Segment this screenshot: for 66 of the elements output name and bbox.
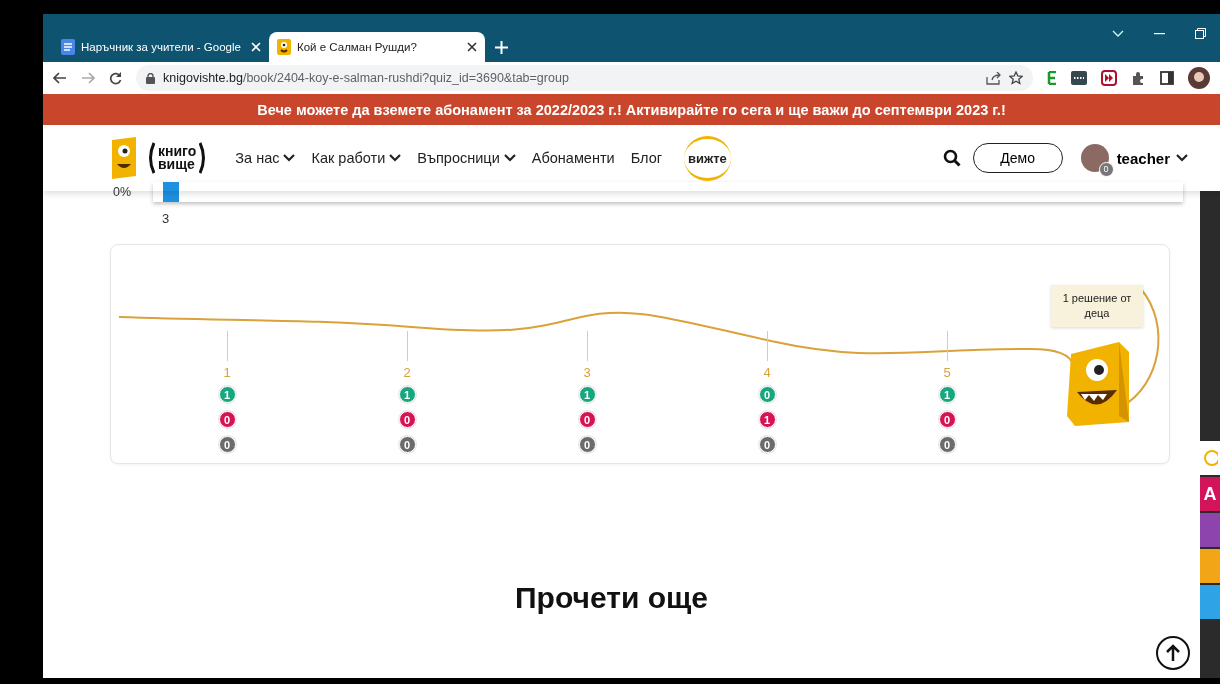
axis-category-label: 3	[162, 211, 171, 226]
restore-icon[interactable]	[1195, 28, 1206, 39]
scroll-to-top-button[interactable]	[1156, 636, 1190, 670]
axis-tick-label: 0%	[113, 185, 133, 199]
lock-icon	[146, 72, 155, 84]
correct-count: 1	[578, 386, 596, 403]
tab-search-chevron-icon[interactable]	[1112, 29, 1124, 38]
nav-link[interactable]: Въпросници	[417, 150, 516, 166]
question-number: 1	[223, 365, 231, 380]
user-avatar[interactable]	[1080, 144, 1109, 172]
wrong-count: 0	[578, 411, 596, 428]
wrong-count: 0	[938, 411, 956, 428]
address-bar[interactable]: knigovishte.bg/book/2404-koy-e-salman-rushdi?quiz_id=3690&tab=group	[136, 65, 1033, 91]
browser-tab[interactable]: Кой е Салман Рушди?	[269, 32, 485, 62]
demo-button[interactable]: Демо	[972, 143, 1063, 173]
unanswered-count: 0	[218, 436, 236, 453]
logo-icon	[1202, 450, 1218, 466]
extension-fast-forward-icon[interactable]	[1101, 70, 1117, 86]
question-number: 4	[763, 365, 771, 380]
star-icon[interactable]	[1009, 71, 1023, 85]
chevron-down-icon	[283, 154, 296, 162]
share-icon[interactable]	[986, 71, 1001, 85]
site-logo[interactable]: книго вище	[147, 142, 208, 174]
book-mascot-icon	[277, 39, 291, 55]
chevron-down-icon	[503, 154, 516, 162]
extension-dots-icon[interactable]	[1071, 71, 1087, 85]
chevron-down-icon	[1176, 154, 1188, 162]
correct-count: 1	[398, 386, 416, 403]
extension-e-icon[interactable]	[1047, 71, 1057, 85]
profile-avatar-icon[interactable]	[1188, 67, 1210, 89]
arrow-up-icon	[1165, 644, 1181, 662]
nav-link[interactable]: Как работи	[311, 150, 402, 166]
document-icon	[61, 39, 75, 55]
new-tab-icon[interactable]	[495, 41, 508, 54]
section-heading: Прочети още	[514, 581, 709, 615]
side-tab[interactable]: A	[1200, 477, 1220, 511]
puzzle-icon[interactable]	[1131, 70, 1146, 86]
unanswered-count: 0	[578, 436, 596, 453]
correct-count: 1	[218, 386, 236, 403]
nav-link[interactable]: Блог	[630, 150, 662, 166]
correct-count: 0	[758, 386, 776, 403]
unanswered-count: 0	[758, 436, 776, 453]
chevron-down-icon	[389, 154, 402, 162]
reload-icon[interactable]	[109, 71, 122, 85]
wrong-count: 1	[758, 411, 776, 428]
search-icon[interactable]	[942, 149, 961, 167]
back-arrow-icon[interactable]	[53, 72, 67, 84]
url-text: knigovishte.bg/book/2404-koy-e-salman-rushdi?quiz_id=3690&tab=group	[163, 71, 569, 85]
wrong-count: 0	[218, 411, 236, 428]
wrong-count: 0	[398, 411, 416, 428]
side-panel-icon[interactable]	[1160, 71, 1174, 85]
question-number: 5	[943, 365, 951, 380]
unanswered-count: 0	[938, 436, 956, 453]
nav-link[interactable]: Абонаменти	[531, 150, 615, 166]
solutions-note: 1 решение от деца	[1051, 285, 1143, 327]
chart-bar	[163, 182, 179, 202]
unanswered-count: 0	[398, 436, 416, 453]
browser-tab[interactable]: Наръчник за учители - Google	[53, 32, 269, 62]
close-icon[interactable]	[467, 42, 477, 52]
user-menu[interactable]: teacher	[1116, 149, 1188, 167]
question-number: 2	[403, 365, 411, 380]
question-number: 3	[583, 365, 591, 380]
nav-link[interactable]: За нас	[235, 150, 296, 166]
correct-count: 1	[938, 386, 956, 403]
announcement-banner: Вече можете да вземете абонамент за 2022/2023 г.! Активирайте го сега и ще важи до септември 2023 г.!	[43, 94, 1220, 125]
minimize-icon[interactable]	[1154, 32, 1165, 35]
